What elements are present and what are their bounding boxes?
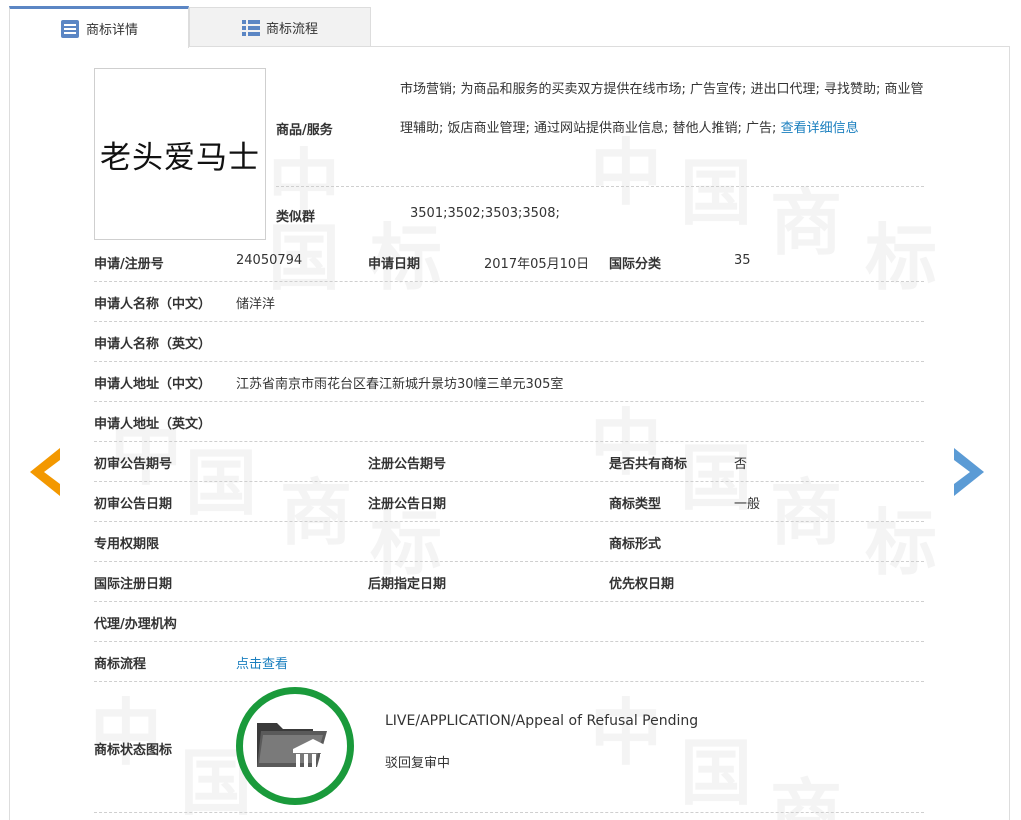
watermark-char: 商: [280, 477, 352, 549]
watermark-char: 国: [185, 447, 257, 519]
status-text-en: LIVE/APPLICATION/Appeal of Refusal Pendi…: [385, 713, 699, 729]
list-grid-icon: [241, 19, 260, 36]
trademark-form-label: 商标形式: [609, 537, 662, 552]
trademark-image: 老头爱马士: [94, 68, 266, 240]
divider: [94, 481, 924, 482]
folder-courthouse-icon: [253, 709, 337, 783]
watermark-char: 标: [865, 507, 937, 579]
divider: [94, 601, 924, 602]
watermark-char: 商: [770, 477, 842, 549]
applicant-name-cn-label: 申请人名称（中文）: [94, 297, 212, 312]
apply-date-value: 2017年05月10日: [484, 257, 590, 272]
watermark-char: 标: [865, 222, 937, 294]
similar-group-value: 3501;3502;3503;3508;: [410, 206, 560, 221]
divider: [94, 641, 924, 642]
goods-services-label: 商品/服务: [276, 123, 333, 138]
status-badge: [236, 687, 354, 805]
watermark-char: 中: [90, 697, 162, 769]
reg-number-label: 申请/注册号: [94, 257, 164, 272]
trademark-flow-label: 商标流程: [94, 657, 147, 672]
reg-pub-no-label: 注册公告期号: [368, 457, 447, 472]
status-text-cn: 驳回复审中: [385, 756, 451, 771]
tab-trademark-detail-label: 商标详情: [85, 23, 138, 38]
intl-class-label: 国际分类: [609, 257, 662, 272]
tab-trademark-flow[interactable]: 商标流程: [189, 7, 371, 47]
document-list-icon: [60, 19, 80, 39]
trademark-image-text: 老头爱马士: [100, 139, 260, 176]
watermark-char: 国: [680, 157, 752, 229]
reg-pub-date-label: 注册公告日期: [368, 497, 447, 512]
watermark-char: 中: [590, 697, 662, 769]
divider: [94, 401, 924, 402]
watermark-char: 商: [770, 777, 842, 820]
exclusive-period-label: 专用权期限: [94, 537, 160, 552]
divider: [94, 681, 924, 682]
trademark-type-label: 商标类型: [609, 497, 662, 512]
applicant-address-cn-value: 江苏省南京市雨花台区春江新城升景坊30幢三单元305室: [236, 377, 564, 392]
shared-trademark-label: 是否共有商标: [609, 457, 688, 472]
watermark-char: 国: [680, 737, 752, 809]
intl-class-value: 35: [734, 253, 751, 268]
priority-date-label: 优先权日期: [609, 577, 675, 592]
divider: [94, 561, 924, 562]
divider: [276, 186, 924, 187]
view-flow-link[interactable]: 点击查看: [236, 653, 288, 672]
goods-services-value: 市场营销; 为商品和服务的买卖双方提供在线市场; 广告宣传; 进出口代理; 寻找…: [400, 70, 930, 148]
intl-reg-date-label: 国际注册日期: [94, 577, 173, 592]
tab-trademark-flow-label: 商标流程: [265, 22, 318, 37]
divider: [94, 361, 924, 362]
divider: [94, 281, 924, 282]
previous-arrow-icon[interactable]: [24, 444, 64, 500]
status-icon-label: 商标状态图标: [94, 743, 173, 758]
tab-trademark-detail[interactable]: 商标详情: [9, 6, 189, 48]
apply-date-label: 申请日期: [368, 257, 421, 272]
prelim-pub-no-label: 初审公告期号: [94, 457, 173, 472]
trademark-type-value: 一般: [734, 497, 761, 512]
applicant-address-cn-label: 申请人地址（中文）: [94, 377, 212, 392]
later-designation-date-label: 后期指定日期: [368, 577, 447, 592]
watermark-char: 标: [370, 507, 442, 579]
reg-number-value: 24050794: [236, 253, 303, 268]
divider: [94, 521, 924, 522]
similar-group-label: 类似群: [276, 210, 316, 225]
watermark-char: 商: [770, 187, 842, 259]
applicant-name-cn-value: 储洋洋: [236, 297, 276, 312]
divider: [94, 321, 924, 322]
divider: [94, 441, 924, 442]
prelim-pub-date-label: 初审公告日期: [94, 497, 173, 512]
next-arrow-icon[interactable]: [950, 444, 990, 500]
tab-bar: 商标详情 商标流程: [9, 6, 371, 48]
view-goods-detail-link[interactable]: 查看详细信息: [781, 121, 859, 136]
agent-label: 代理/办理机构: [94, 617, 177, 632]
applicant-name-en-label: 申请人名称（英文）: [94, 337, 212, 352]
shared-trademark-value: 否: [734, 457, 748, 472]
divider: [94, 812, 924, 813]
applicant-address-en-label: 申请人地址（英文）: [94, 417, 212, 432]
